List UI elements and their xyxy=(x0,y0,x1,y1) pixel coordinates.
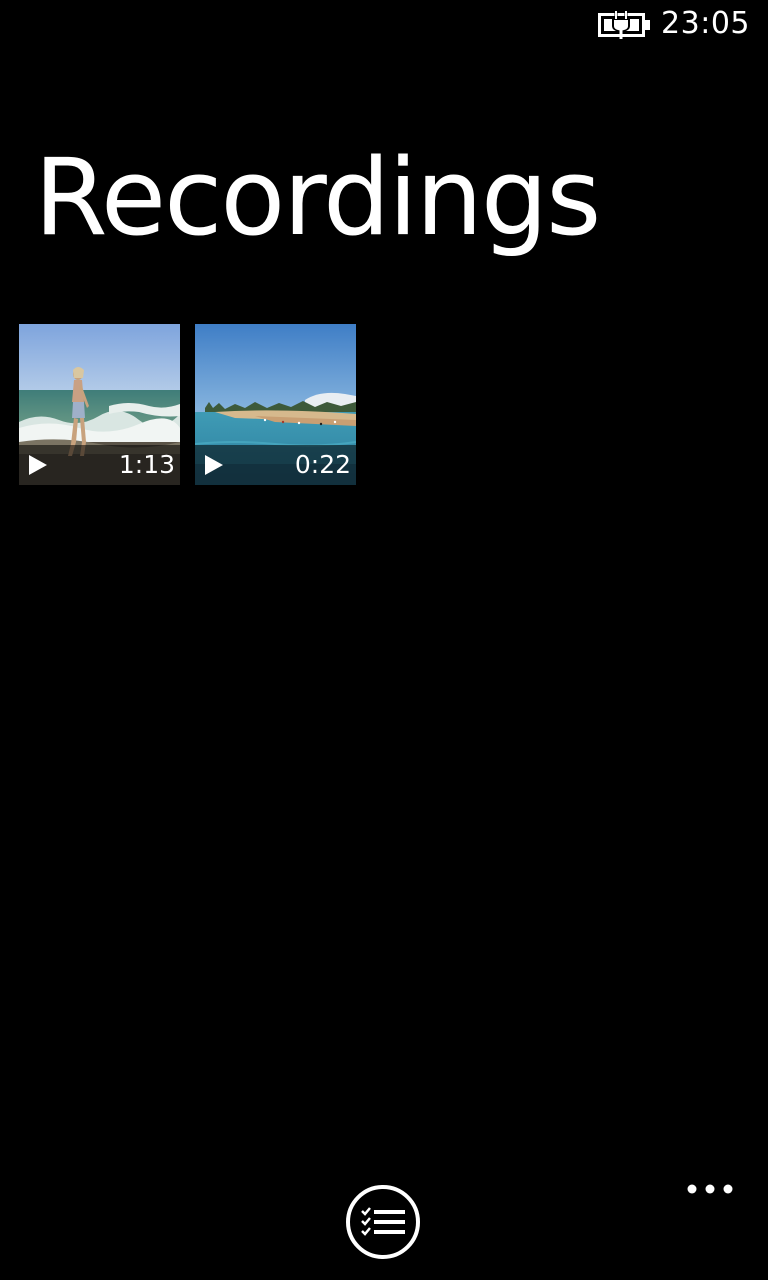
tile-info-bar: 0:22 xyxy=(195,445,356,485)
recording-duration: 0:22 xyxy=(294,450,351,479)
play-icon xyxy=(205,455,223,475)
recording-tile[interactable]: 0:22 xyxy=(195,324,356,485)
recording-duration: 1:13 xyxy=(118,450,175,479)
select-list-icon[interactable] xyxy=(345,1184,421,1260)
battery-charging-icon xyxy=(598,11,650,39)
status-bar: 23:05 xyxy=(0,0,768,48)
recording-tile[interactable]: 1:13 xyxy=(19,324,180,485)
play-icon xyxy=(29,455,47,475)
page-title: Recordings xyxy=(34,136,601,259)
tile-info-bar: 1:13 xyxy=(19,445,180,485)
more-ellipsis-icon[interactable] xyxy=(680,1172,740,1206)
status-clock: 23:05 xyxy=(661,6,750,41)
